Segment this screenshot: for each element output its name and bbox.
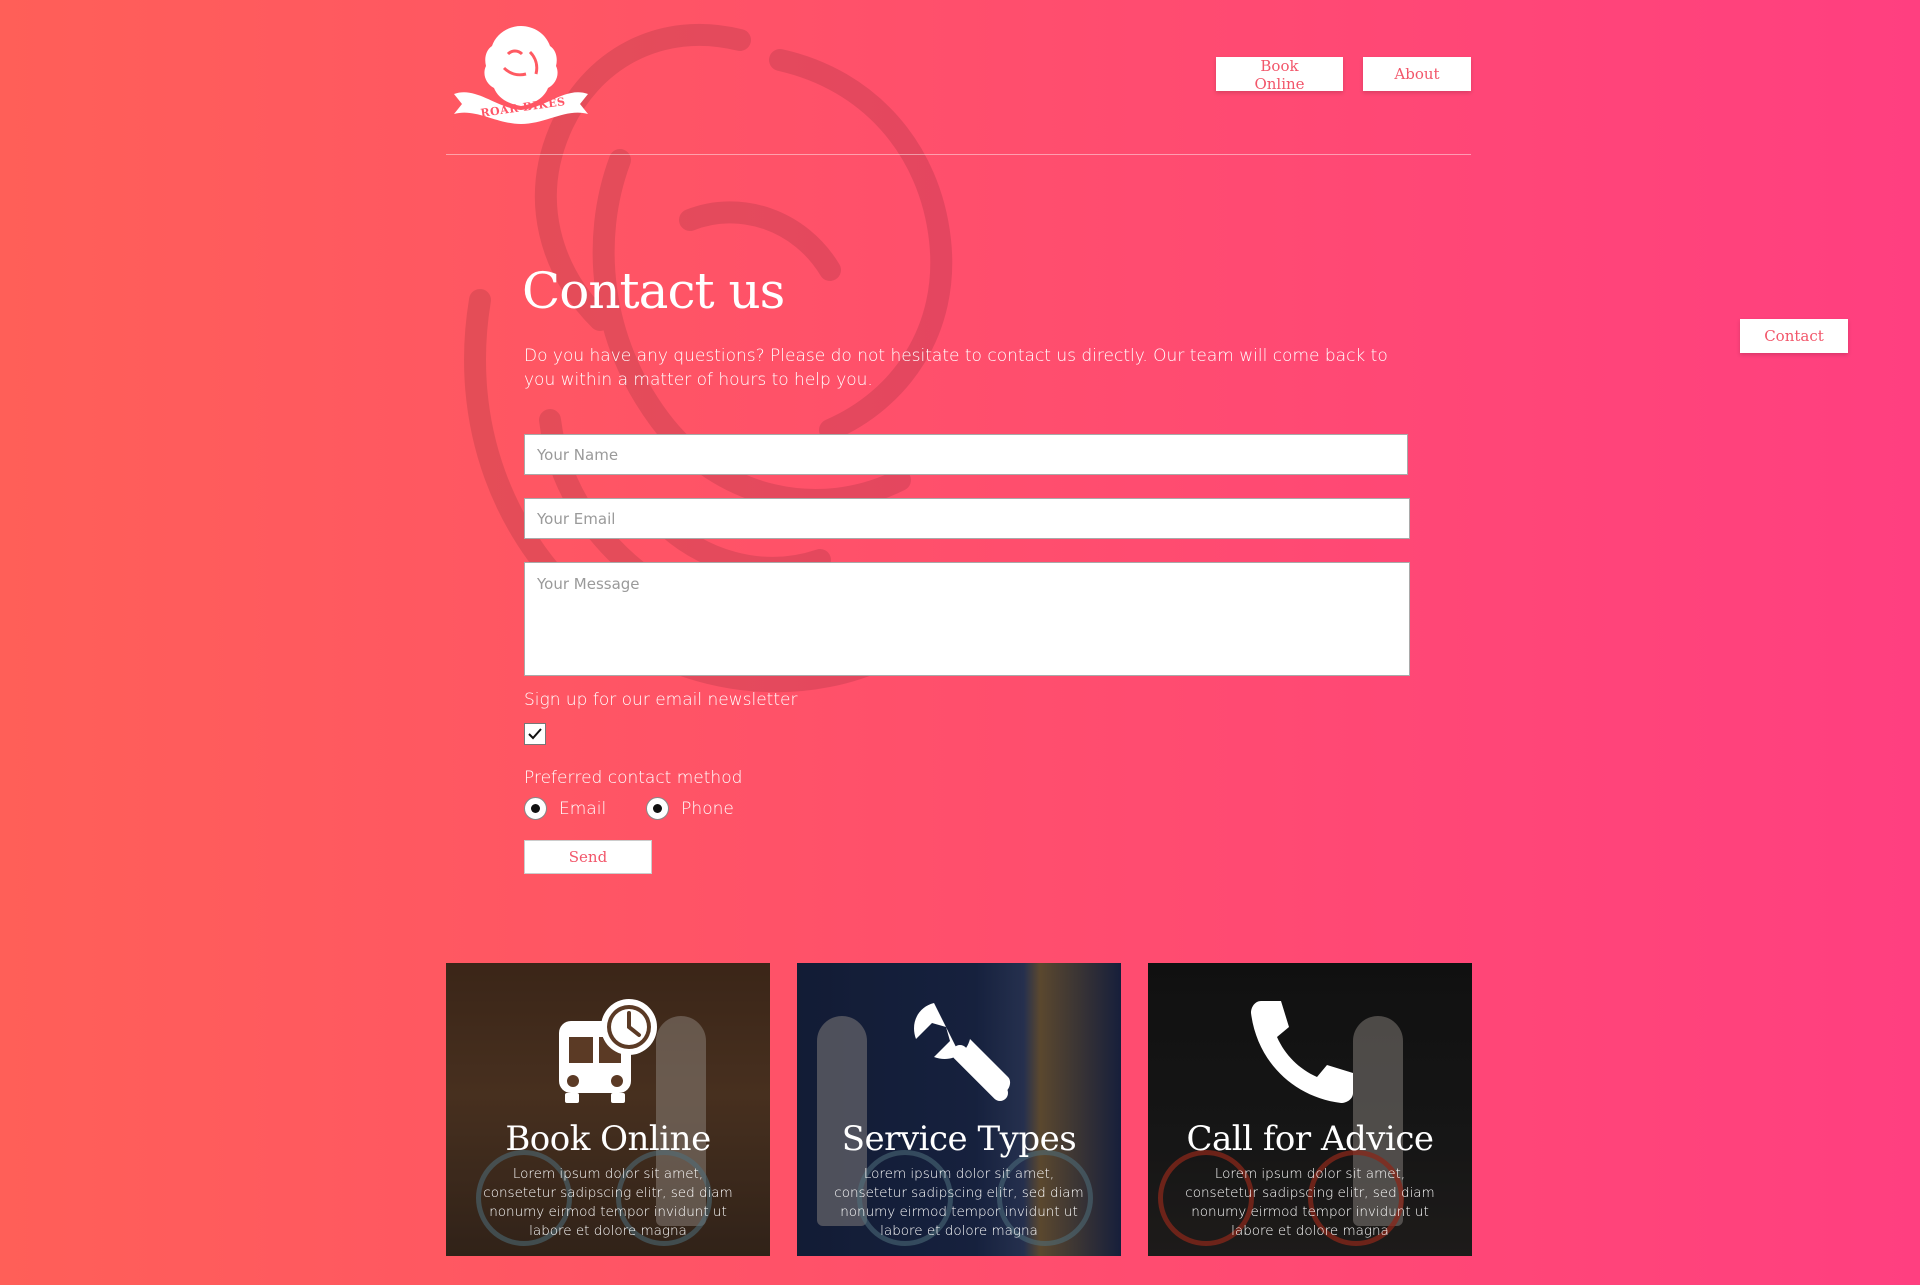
radio-email[interactable] xyxy=(524,797,547,820)
header-divider xyxy=(446,154,1471,155)
radio-email-label: Email xyxy=(559,798,607,819)
main-nav: Book Online About Contact xyxy=(1216,57,1848,353)
newsletter-checkbox[interactable] xyxy=(524,723,546,745)
card-title: Service Types xyxy=(841,1119,1077,1159)
contact-method-label: Preferred contact method xyxy=(524,768,743,788)
card-title: Book Online xyxy=(505,1119,711,1159)
nav-book-online-button[interactable]: Book Online xyxy=(1216,57,1343,93)
radio-phone[interactable] xyxy=(646,797,670,820)
card-text: Lorem ipsum dolor sit amet, consetetur s… xyxy=(834,1166,1084,1239)
wrench-icon xyxy=(914,1003,1011,1101)
send-button[interactable]: Send xyxy=(524,840,652,874)
message-textarea[interactable] xyxy=(524,562,1410,676)
email-input[interactable] xyxy=(524,498,1410,539)
contact-intro: Do you have any questions? Please do not… xyxy=(524,346,1388,390)
radio-dot xyxy=(531,804,540,813)
name-input[interactable] xyxy=(524,434,1408,475)
card-text: Lorem ipsum dolor sit amet, consetetur s… xyxy=(483,1166,733,1239)
card-call-for-advice[interactable]: Call for Advice Lorem ipsum dolor sit am… xyxy=(1148,963,1472,1256)
checkmark-icon xyxy=(528,728,542,740)
radio-phone-label: Phone xyxy=(681,798,734,819)
nav-about-button[interactable]: About xyxy=(1363,57,1471,91)
bus-clock-icon xyxy=(559,999,657,1103)
phone-icon xyxy=(1251,1001,1353,1103)
site-header: ROAR BIKES Book Online About Contact xyxy=(446,24,1848,353)
newsletter-label: Sign up for our email newsletter xyxy=(524,690,798,710)
feature-cards: Book Online Lorem ipsum dolor sit amet, … xyxy=(446,963,1472,1256)
contact-section: Contact us Do you have any questions? Pl… xyxy=(522,262,1414,874)
card-title: Call for Advice xyxy=(1186,1119,1434,1159)
card-text: Lorem ipsum dolor sit amet, consetetur s… xyxy=(1185,1166,1435,1239)
contact-method-group: Email Phone xyxy=(524,797,734,820)
card-service-types[interactable]: Service Types Lorem ipsum dolor sit amet… xyxy=(797,963,1121,1256)
radio-dot xyxy=(653,804,663,813)
roar-bikes-logo[interactable]: ROAR BIKES xyxy=(446,24,596,124)
card-book-online[interactable]: Book Online Lorem ipsum dolor sit amet, … xyxy=(446,963,770,1256)
nav-contact-button[interactable]: Contact xyxy=(1740,319,1848,353)
page-title: Contact us xyxy=(522,262,785,320)
